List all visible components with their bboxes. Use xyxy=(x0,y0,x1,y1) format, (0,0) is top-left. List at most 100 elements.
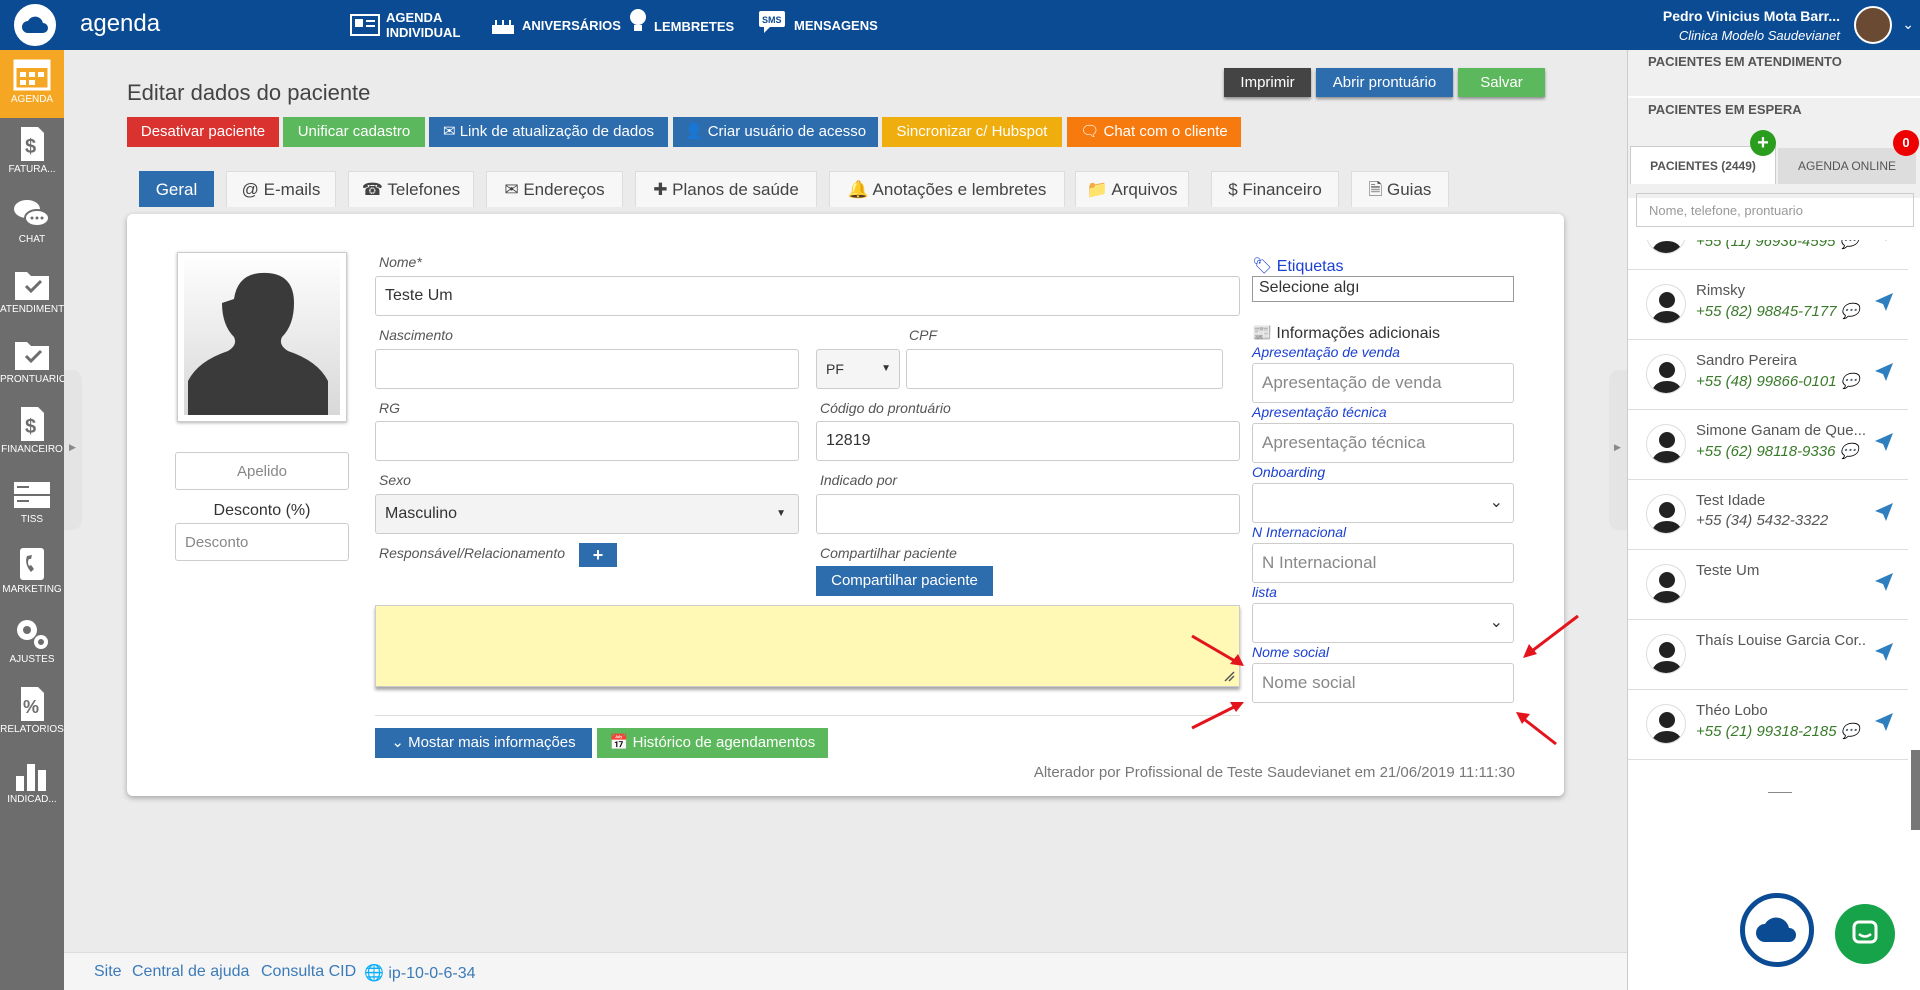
nav-lembretes[interactable]: LEMBRETES xyxy=(628,8,734,36)
name-input[interactable]: Teste Um xyxy=(375,276,1240,316)
patient-item[interactable]: +55 (11) 96936-4595 💬 xyxy=(1628,240,1908,270)
support-chat-button[interactable] xyxy=(1835,904,1895,964)
sidebar-label: ATENDIMENTO xyxy=(0,304,64,315)
send-icon[interactable] xyxy=(1874,240,1894,242)
birth-date-input[interactable] xyxy=(375,349,799,389)
send-icon[interactable] xyxy=(1874,292,1894,312)
right-panel-collapse-handle[interactable]: ▶ xyxy=(1609,370,1627,530)
sidebar-collapse-handle[interactable]: ▶ xyxy=(64,370,82,530)
patient-avatar xyxy=(1646,704,1686,744)
footer-link-help[interactable]: Central de ajuda xyxy=(132,963,249,981)
list-select[interactable]: ⌄ xyxy=(1252,603,1514,643)
patient-item[interactable]: Théo Lobo +55 (21) 99318-2185 💬 xyxy=(1628,690,1908,760)
open-record-button[interactable]: Abrir prontuário xyxy=(1316,68,1453,97)
add-patient-button[interactable]: + xyxy=(1750,130,1776,156)
update-link-button[interactable]: ✉ Link de atualização de dados xyxy=(429,117,668,147)
document-type-select[interactable]: PF ▼ xyxy=(816,349,900,389)
patient-item[interactable]: Thaís Louise Garcia Cor... xyxy=(1628,620,1908,690)
tab-telefones[interactable]: ☎ Telefones xyxy=(348,171,474,207)
chevron-down-icon[interactable]: ⌄ xyxy=(1902,16,1914,33)
patient-avatar xyxy=(1646,564,1686,604)
user-name[interactable]: Pedro Vinicius Mota Barr... xyxy=(1663,8,1840,24)
save-button[interactable]: Salvar xyxy=(1458,68,1545,97)
send-icon[interactable] xyxy=(1874,642,1894,662)
create-user-button[interactable]: 👤 Criar usuário de acesso xyxy=(673,117,878,147)
cpf-input[interactable] xyxy=(906,349,1223,389)
onboarding-select[interactable]: ⌄ xyxy=(1252,483,1514,523)
record-code-input[interactable]: 12819 xyxy=(816,421,1240,461)
patient-photo[interactable] xyxy=(177,252,347,422)
nav-agenda-individual[interactable]: AGENDA INDIVIDUAL xyxy=(350,10,460,40)
share-patient-button[interactable]: Compartilhar paciente xyxy=(816,566,993,596)
sidebar-item-tiss[interactable]: TISS xyxy=(0,470,64,538)
patient-phone: +55 (11) 96936-4595 💬 xyxy=(1696,240,1858,250)
sidebar-label: AGENDA xyxy=(10,94,54,105)
send-icon[interactable] xyxy=(1874,712,1894,732)
referred-by-input[interactable] xyxy=(816,494,1240,534)
sex-select[interactable]: Masculino ▼ xyxy=(375,494,799,534)
send-icon[interactable] xyxy=(1874,502,1894,522)
tab-anotacoes[interactable]: 🔔 Anotações e lembretes xyxy=(829,171,1065,207)
sidebar-item-financeiro[interactable]: $ FINANCEIRO xyxy=(0,400,64,468)
tab-guias[interactable]: 🗎 Guias xyxy=(1351,171,1449,207)
notes-textarea[interactable] xyxy=(375,605,1240,687)
patient-item[interactable]: Test Idade +55 (34) 5432-3322 xyxy=(1628,480,1908,550)
tab-geral[interactable]: Geral xyxy=(139,171,214,207)
red-arrow-annotation xyxy=(1523,614,1579,658)
tab-planos-saude[interactable]: ✚ Planos de saúde xyxy=(635,171,817,207)
tags-label: Etiquetas xyxy=(1276,258,1344,275)
add-responsible-button[interactable]: + xyxy=(579,543,617,567)
rg-input[interactable] xyxy=(375,421,799,461)
gears-icon xyxy=(17,620,48,649)
tab-online-schedule[interactable]: AGENDA ONLINE xyxy=(1778,148,1916,184)
sidebar-item-agenda[interactable]: AGENDA xyxy=(0,50,64,118)
tab-arquivos[interactable]: 📁 Arquivos xyxy=(1075,171,1189,207)
send-icon[interactable] xyxy=(1874,572,1894,592)
responsible-label: Responsável/Relacionamento xyxy=(379,545,565,561)
patient-name: Thaís Louise Garcia Cor... xyxy=(1696,632,1866,649)
update-link-label: Link de atualização de dados xyxy=(459,123,655,140)
send-icon[interactable] xyxy=(1874,432,1894,452)
international-number-input[interactable]: N Internacional xyxy=(1252,543,1514,583)
technical-presentation-input[interactable]: Apresentação técnica xyxy=(1252,423,1514,463)
saudevianet-chat-button[interactable] xyxy=(1740,893,1814,967)
social-name-input[interactable]: Nome social xyxy=(1252,663,1514,703)
nickname-input[interactable]: Apelido xyxy=(175,452,349,490)
patient-item[interactable]: Rimsky +55 (82) 98845-7177 💬 xyxy=(1628,270,1908,340)
patient-search-input[interactable]: Nome, telefone, prontuario xyxy=(1636,193,1914,227)
tags-select[interactable]: Selecione algı xyxy=(1252,276,1514,302)
sidebar-item-faturamento[interactable]: $ FATURA... xyxy=(0,120,64,188)
nav-aniversarios-label: ANIVERSÁRIOS xyxy=(522,17,621,33)
user-avatar[interactable] xyxy=(1854,6,1892,44)
patient-item[interactable]: Sandro Pereira +55 (48) 99866-0101 💬 xyxy=(1628,340,1908,410)
sidebar-item-relatorios[interactable]: % RELATÓRIOS xyxy=(0,680,64,748)
sidebar-item-ajustes[interactable]: AJUSTES xyxy=(0,610,64,678)
sidebar-item-prontuario[interactable]: PRONTUÁRIO xyxy=(0,330,64,398)
nav-mensagens[interactable]: SMS MENSAGENS xyxy=(758,10,878,34)
sidebar-item-indicadores[interactable]: INDICAD... xyxy=(0,750,64,818)
footer-link-cid[interactable]: Consulta CID xyxy=(261,963,356,981)
print-button[interactable]: Imprimir xyxy=(1224,68,1311,97)
tab-emails[interactable]: @ E-mails xyxy=(226,171,336,207)
sync-hubspot-button[interactable]: Sincronizar c/ Hubspot xyxy=(882,117,1062,147)
send-icon[interactable] xyxy=(1874,362,1894,382)
sidebar-item-atendimento[interactable]: ATENDIMENTO xyxy=(0,260,64,328)
show-more-button[interactable]: ⌄ Mostar mais informações xyxy=(375,728,592,758)
chat-client-button[interactable]: 🗨 Chat com o cliente xyxy=(1067,117,1241,147)
patient-item[interactable]: Teste Um xyxy=(1628,550,1908,620)
tab-enderecos[interactable]: ✉ Endereços xyxy=(486,171,623,207)
scrollbar-thumb[interactable] xyxy=(1911,750,1920,830)
schedule-history-button[interactable]: 📅 Histórico de agendamentos xyxy=(597,728,828,758)
deactivate-patient-button[interactable]: Desativar paciente xyxy=(127,117,279,147)
merge-record-button[interactable]: Unificar cadastro xyxy=(283,117,425,147)
patient-item[interactable]: Simone Ganam de Que... +55 (62) 98118-933… xyxy=(1628,410,1908,480)
sidebar-item-marketing[interactable]: MARKETING xyxy=(0,540,64,608)
discount-input[interactable]: Desconto xyxy=(175,523,349,561)
app-logo[interactable] xyxy=(14,4,56,46)
nav-aniversarios[interactable]: ANIVERSÁRIOS xyxy=(490,15,621,35)
sidebar-item-chat[interactable]: CHAT xyxy=(0,190,64,258)
calendar-card-icon xyxy=(350,14,380,36)
footer-link-site[interactable]: Site xyxy=(94,963,122,981)
tab-financeiro[interactable]: $ Financeiro xyxy=(1211,171,1339,207)
sales-presentation-input[interactable]: Apresentação de venda xyxy=(1252,363,1514,403)
